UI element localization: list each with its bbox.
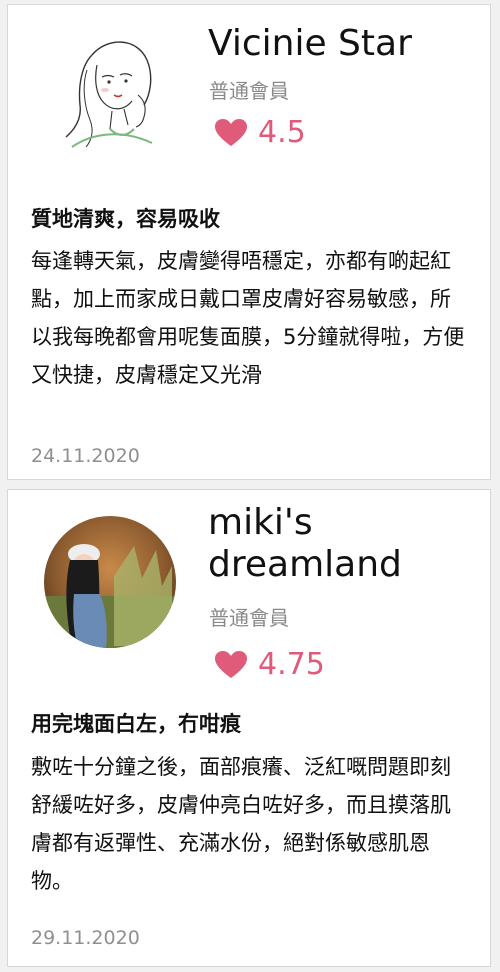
rating-score: 4.75: [258, 647, 325, 682]
review-body: 敷咗十分鐘之後，面部痕癢、泛紅嘅問題即刻舒緩咗好多，皮膚仲亮白咗好多，而且摸落肌…: [31, 755, 451, 893]
heart-icon: [215, 118, 247, 146]
review-date: 29.11.2020: [31, 927, 140, 949]
reviewer-name: miki's dreamland: [208, 502, 402, 585]
avatar: [52, 25, 162, 165]
rating: 4.5: [214, 115, 306, 150]
member-level: 普通會員: [209, 606, 289, 630]
avatar-sketch: [65, 41, 153, 148]
rating: 4.75: [214, 647, 325, 682]
review-title: 質地清爽，容易吸收: [31, 207, 220, 231]
rating-score: 4.5: [258, 115, 306, 150]
avatar-photo: [44, 516, 176, 648]
review-body: 每逢轉天氣，皮膚變得唔穩定，亦都有啲起紅點，加上而家成日戴口罩皮膚好容易敏感，所…: [31, 249, 465, 387]
heart-icon: [215, 650, 247, 678]
reviewer-name: Vicinie Star: [208, 23, 412, 64]
review-card: miki's dreamland 普通會員 4.75 用完塊面白左，冇咁痕 敷咗…: [7, 489, 491, 967]
review-card: Vicinie Star 普通會員 4.5 質地清爽，容易吸收 每逢轉天氣，皮膚…: [7, 4, 491, 480]
review-title: 用完塊面白左，冇咁痕: [31, 712, 241, 736]
avatar: [44, 516, 176, 648]
member-level: 普通會員: [209, 79, 289, 103]
review-date: 24.11.2020: [31, 445, 140, 467]
